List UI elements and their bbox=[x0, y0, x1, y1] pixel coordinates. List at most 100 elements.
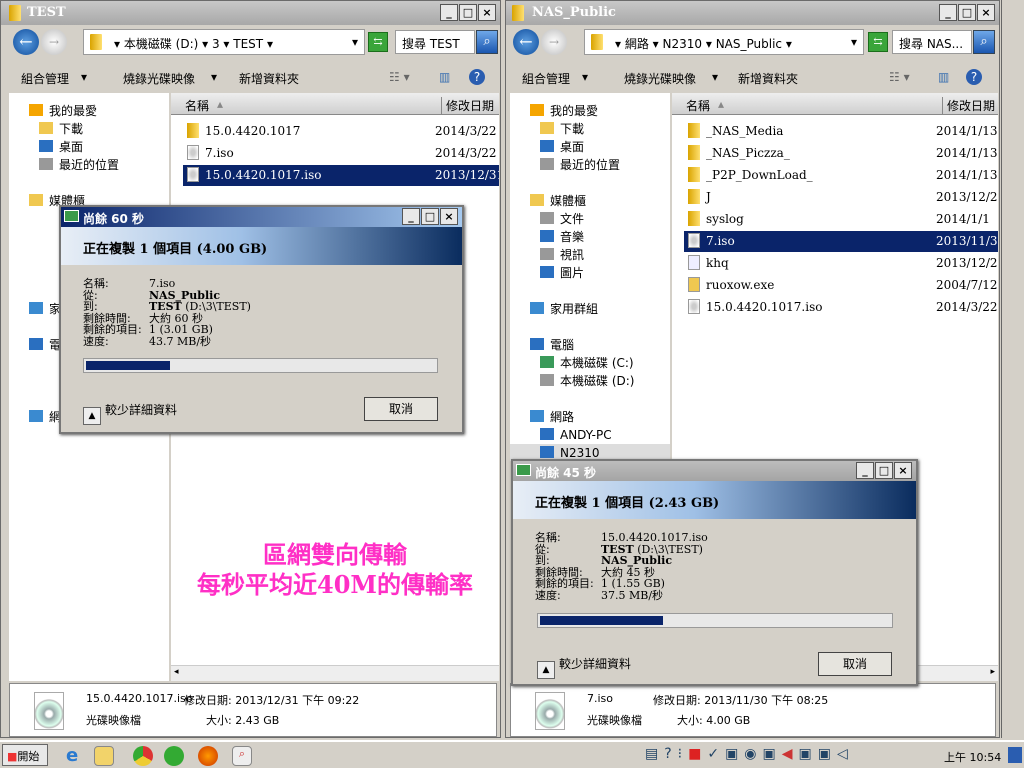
firefox-icon[interactable] bbox=[198, 746, 218, 766]
refresh-button[interactable]: ⇆ bbox=[368, 32, 388, 52]
maximize-button[interactable]: □ bbox=[958, 4, 976, 21]
clock[interactable]: 上午 10:54 bbox=[944, 749, 1001, 765]
column-name[interactable]: 名稱 bbox=[686, 97, 710, 114]
nav-item[interactable]: 最近的位置 bbox=[540, 156, 620, 174]
help-icon[interactable]: ? bbox=[469, 69, 485, 85]
search-button[interactable]: ⌕ bbox=[973, 30, 995, 54]
file-row[interactable]: 7.iso 2013/11/3 bbox=[684, 231, 998, 252]
column-name[interactable]: 名稱 bbox=[185, 97, 209, 114]
file-row[interactable]: _NAS_Media 2014/1/13 bbox=[684, 121, 998, 142]
nav-item[interactable]: 家 bbox=[29, 300, 61, 318]
nav-item[interactable]: 下載 bbox=[39, 120, 83, 138]
burn-button[interactable]: 燒錄光碟映像 bbox=[624, 70, 696, 87]
search-input[interactable]: 搜尋 NAS... bbox=[892, 30, 972, 54]
nav-item[interactable]: ANDY-PC bbox=[540, 426, 612, 444]
minimize-button[interactable]: _ bbox=[402, 208, 420, 225]
back-button[interactable]: ← bbox=[513, 29, 539, 55]
nav-item[interactable]: 音樂 bbox=[540, 228, 584, 246]
preview-pane-icon[interactable]: ▥ bbox=[439, 70, 450, 84]
nav-item[interactable]: 視訊 bbox=[540, 246, 584, 264]
minimize-button[interactable]: _ bbox=[939, 4, 957, 21]
nav-item[interactable]: 電腦 bbox=[530, 336, 574, 354]
cancel-button[interactable]: 取消 bbox=[818, 652, 892, 676]
close-button[interactable]: × bbox=[894, 462, 912, 479]
nav-item[interactable]: 本機磁碟 (C:) bbox=[540, 354, 634, 372]
breadcrumb-item[interactable]: TEST bbox=[233, 37, 263, 51]
breadcrumb-item[interactable]: 3 bbox=[212, 37, 220, 51]
address-bar[interactable]: ▾ 網路 ▾ N2310 ▾ NAS_Public ▾ ▾ bbox=[584, 29, 864, 55]
search-app-icon[interactable]: ⌕ bbox=[232, 746, 252, 766]
nav-item[interactable]: 圖片 bbox=[540, 264, 584, 282]
nav-item[interactable]: 網路 bbox=[530, 408, 574, 426]
close-button[interactable]: × bbox=[478, 4, 496, 21]
cancel-button[interactable]: 取消 bbox=[364, 397, 438, 421]
close-button[interactable]: × bbox=[977, 4, 995, 21]
nav-item[interactable]: 文件 bbox=[540, 210, 584, 228]
maximize-button[interactable]: □ bbox=[875, 462, 893, 479]
file-row[interactable]: _NAS_Piczza_ 2014/1/13 bbox=[684, 143, 998, 164]
new-folder-button[interactable]: 新增資料夾 bbox=[239, 70, 299, 87]
maximize-button[interactable]: □ bbox=[421, 208, 439, 225]
address-dropdown-icon[interactable]: ▾ bbox=[851, 35, 857, 49]
show-desktop-button[interactable] bbox=[1008, 747, 1022, 763]
nav-item[interactable]: 桌面 bbox=[39, 138, 83, 156]
file-row[interactable]: 15.0.4420.1017 2014/3/22 bbox=[183, 121, 499, 142]
file-row[interactable]: khq 2013/12/2 bbox=[684, 253, 998, 274]
file-row[interactable]: _P2P_DownLoad_ 2014/1/13 bbox=[684, 165, 998, 186]
dialog-title-bar[interactable]: 尚餘 60 秒 _ □ × bbox=[61, 207, 462, 227]
nav-item[interactable]: 下載 bbox=[540, 120, 584, 138]
help-icon[interactable]: ? bbox=[966, 69, 982, 85]
app-icon[interactable] bbox=[164, 746, 184, 766]
new-folder-button[interactable]: 新增資料夾 bbox=[738, 70, 798, 87]
chrome-icon[interactable] bbox=[133, 746, 153, 766]
organize-menu[interactable]: 組合管理 bbox=[21, 70, 69, 87]
horizontal-scrollbar[interactable]: ◂ bbox=[171, 665, 499, 681]
breadcrumb-item[interactable]: N2310 bbox=[663, 37, 703, 51]
file-row[interactable]: ruoxow.exe 2004/7/12 bbox=[684, 275, 998, 296]
organize-menu[interactable]: 組合管理 bbox=[522, 70, 570, 87]
burn-button[interactable]: 燒錄光碟映像 bbox=[123, 70, 195, 87]
view-icon[interactable]: ☷ ▾ bbox=[389, 70, 410, 84]
fewer-details-button[interactable]: ▲ 較少詳細資料 bbox=[537, 655, 631, 679]
search-input[interactable]: 搜尋 TEST bbox=[395, 30, 475, 54]
nav-item[interactable]: 最近的位置 bbox=[39, 156, 119, 174]
maximize-button[interactable]: □ bbox=[459, 4, 477, 21]
title-bar[interactable]: NAS_Public _ □ × bbox=[506, 1, 999, 25]
file-row[interactable]: J 2013/12/2 bbox=[684, 187, 998, 208]
nav-item[interactable]: 家用群組 bbox=[530, 300, 598, 318]
nav-item[interactable]: 媒體櫃 bbox=[530, 192, 586, 210]
preview-pane-icon[interactable]: ▥ bbox=[938, 70, 949, 84]
dialog-title-bar[interactable]: 尚餘 45 秒 _ □ × bbox=[513, 461, 916, 481]
breadcrumb-item[interactable]: 網路 bbox=[625, 37, 649, 51]
start-button[interactable]: ■開始 bbox=[2, 744, 48, 766]
address-dropdown-icon[interactable]: ▾ bbox=[352, 35, 358, 49]
refresh-button[interactable]: ⇆ bbox=[868, 32, 888, 52]
nav-item[interactable]: 本機磁碟 (D:) bbox=[540, 372, 634, 390]
close-button[interactable]: × bbox=[440, 208, 458, 225]
column-date[interactable]: 修改日期 bbox=[942, 97, 995, 114]
file-row[interactable]: syslog 2014/1/1 bbox=[684, 209, 998, 230]
column-date[interactable]: 修改日期 bbox=[441, 97, 494, 114]
address-bar[interactable]: ▾ 本機磁碟 (D:) ▾ 3 ▾ TEST ▾ ▾ bbox=[83, 29, 365, 55]
forward-button[interactable]: → bbox=[41, 29, 67, 55]
fewer-details-button[interactable]: ▲ 較少詳細資料 bbox=[83, 401, 177, 425]
forward-button[interactable]: → bbox=[541, 29, 567, 55]
minimize-button[interactable]: _ bbox=[440, 4, 458, 21]
ie-icon[interactable]: e bbox=[66, 746, 86, 766]
file-row[interactable]: 15.0.4420.1017.iso 2014/3/22 bbox=[684, 297, 998, 318]
file-row[interactable]: 15.0.4420.1017.iso 2013/12/31 bbox=[183, 165, 499, 186]
nav-item[interactable]: 網 bbox=[29, 408, 61, 426]
back-button[interactable]: ← bbox=[13, 29, 39, 55]
nav-item[interactable]: 桌面 bbox=[540, 138, 584, 156]
minimize-button[interactable]: _ bbox=[856, 462, 874, 479]
nav-item[interactable]: 我的最愛 bbox=[530, 102, 598, 120]
file-row[interactable]: 7.iso 2014/3/22 bbox=[183, 143, 499, 164]
breadcrumb-item[interactable]: NAS_Public bbox=[716, 37, 782, 51]
view-icon[interactable]: ☷ ▾ bbox=[889, 70, 910, 84]
breadcrumb-item[interactable]: 本機磁碟 (D:) bbox=[124, 37, 198, 51]
nav-item[interactable]: 電 bbox=[29, 336, 61, 354]
nav-item[interactable]: 我的最愛 bbox=[29, 102, 97, 120]
explorer-icon[interactable] bbox=[94, 746, 114, 766]
title-bar[interactable]: TEST _ □ × bbox=[1, 1, 500, 25]
search-button[interactable]: ⌕ bbox=[476, 30, 498, 54]
